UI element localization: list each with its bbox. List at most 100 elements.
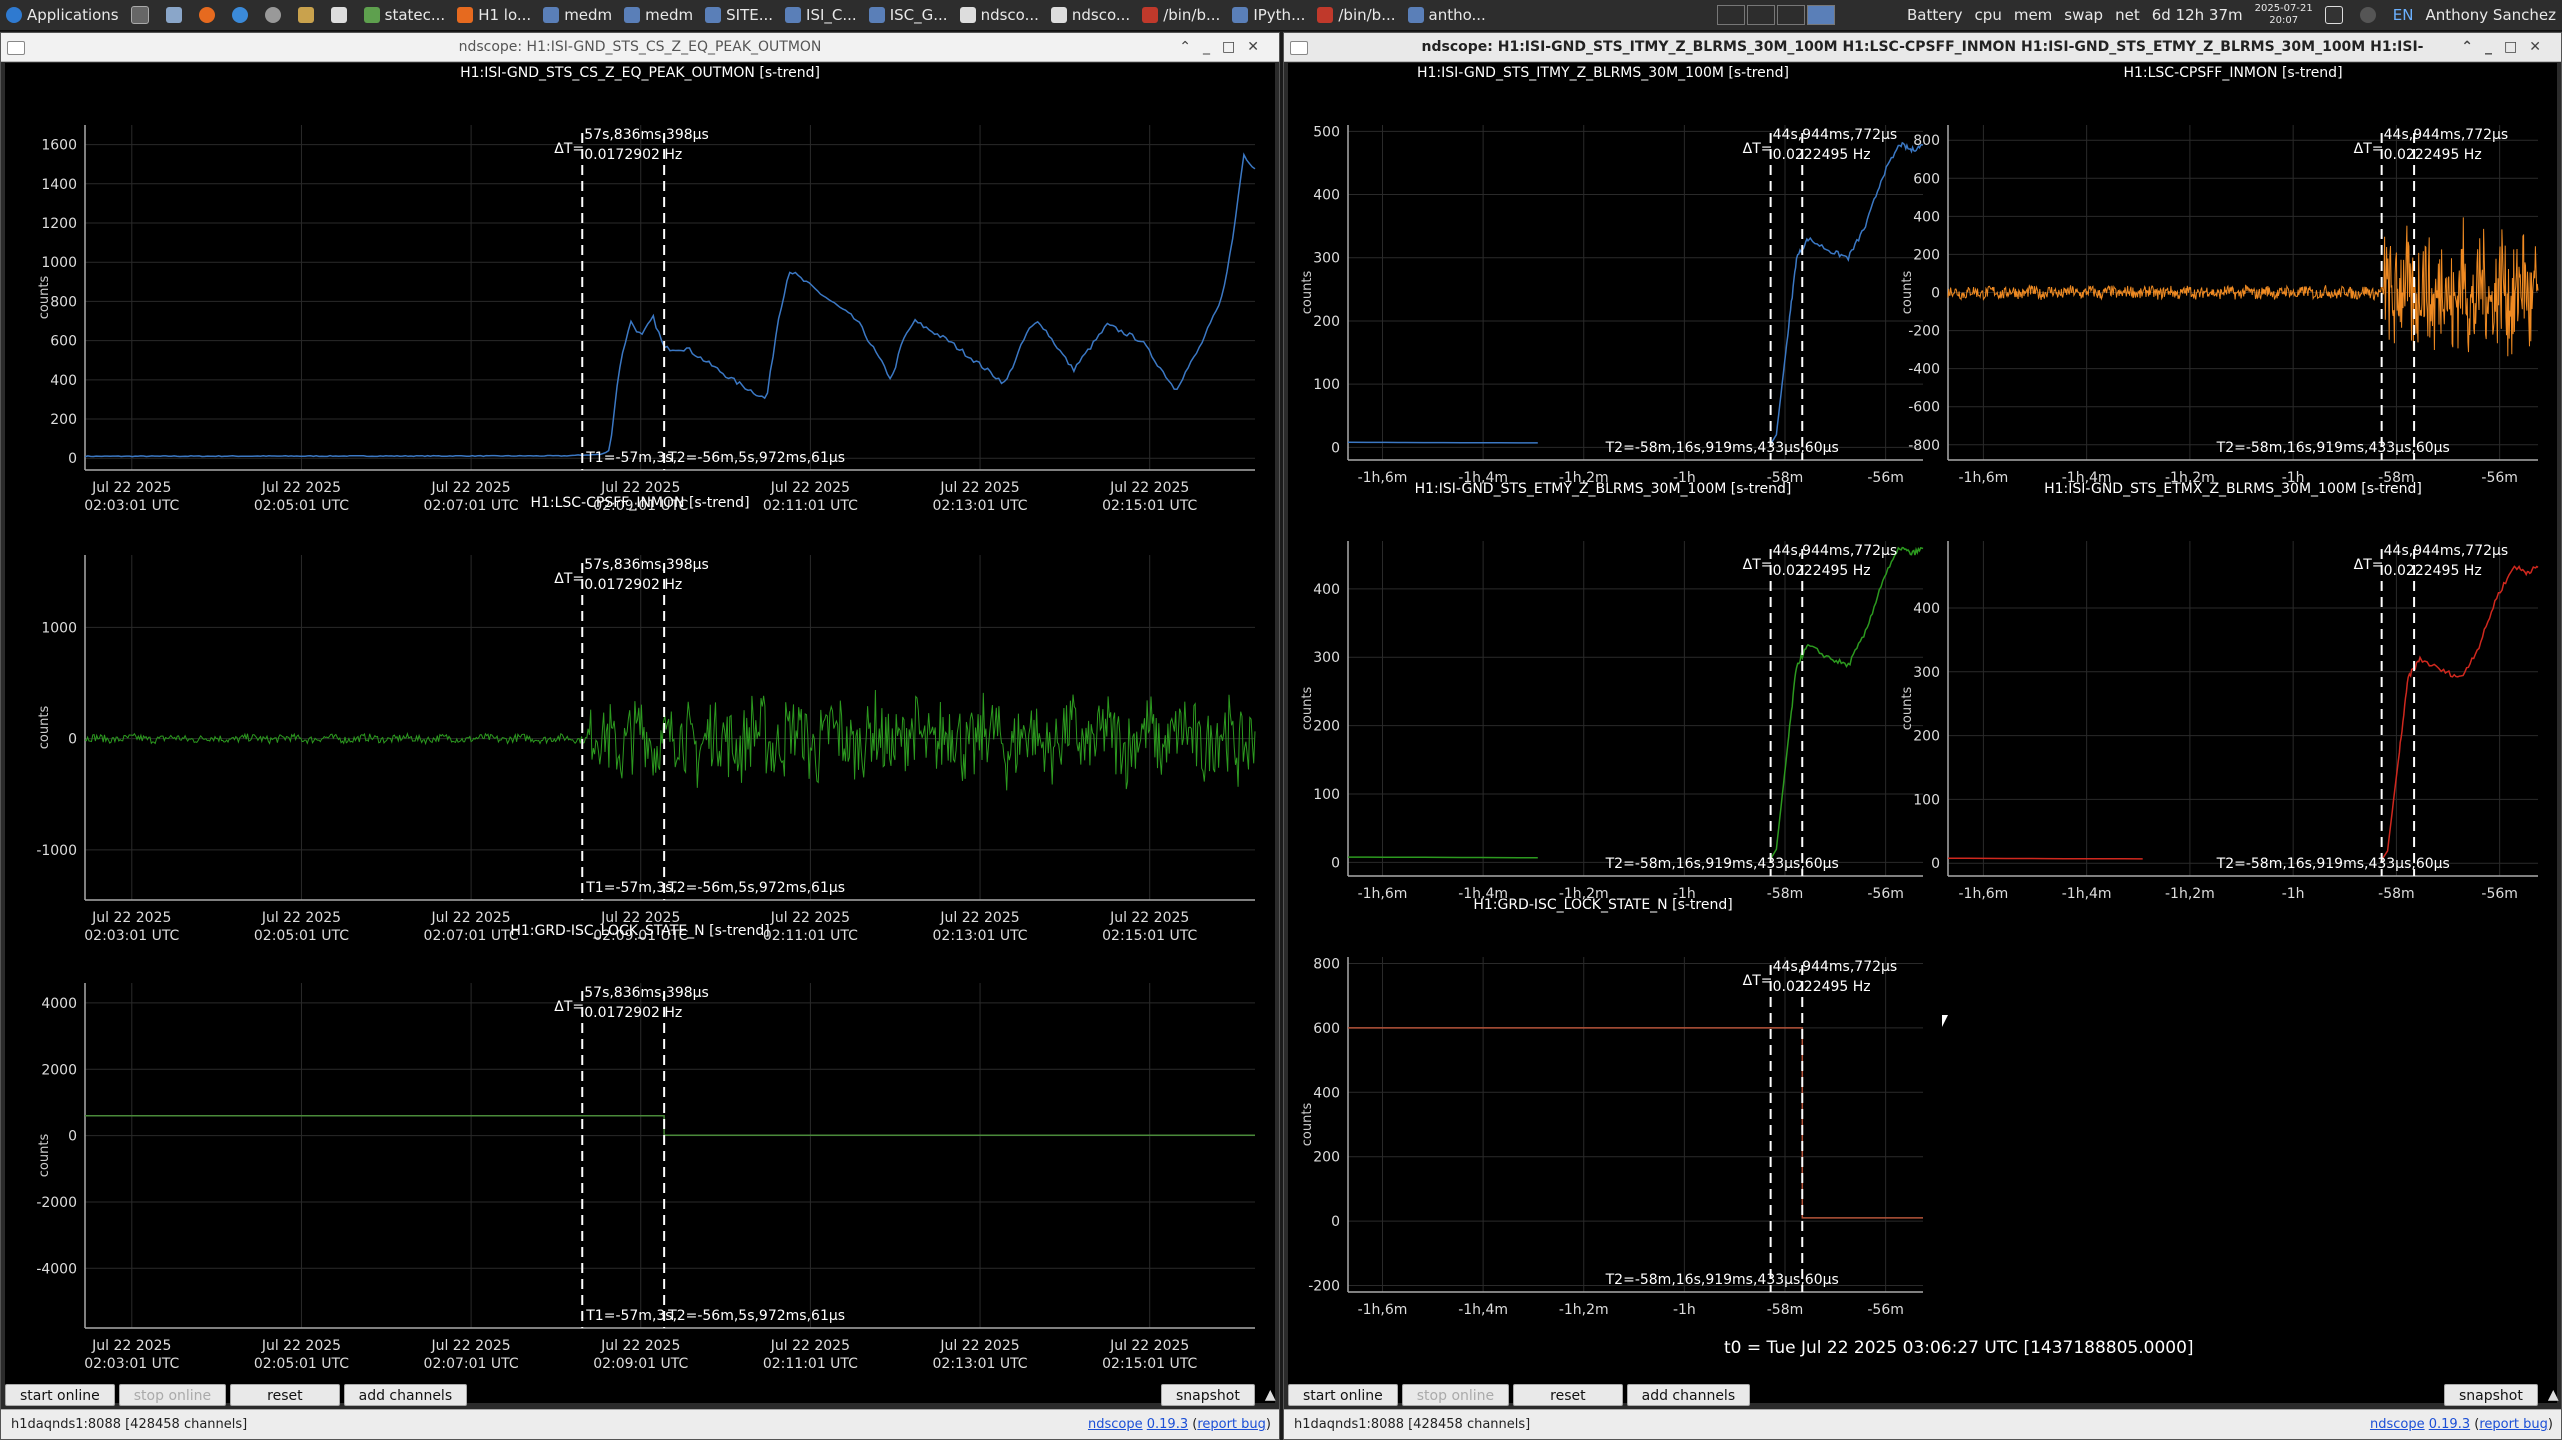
close-button[interactable]: ✕ [2529, 39, 2553, 55]
y-tick-label: 200 [1313, 1150, 1340, 1166]
workspace-2[interactable] [1747, 5, 1776, 25]
version-link[interactable]: 0.19.3 [1147, 1417, 1188, 1432]
x-tick-label: -1h,4m [1458, 1302, 1508, 1318]
system-indicators: Battery cpu mem swap net [1901, 0, 2146, 30]
expand-arrow-icon[interactable]: ▲ [1265, 1387, 1276, 1403]
workspace-3[interactable] [1777, 5, 1806, 25]
delta-t-value: 57s,836ms,398μs [584, 557, 709, 573]
start-online-button[interactable]: start online [5, 1384, 115, 1406]
user-name[interactable]: Anthony Sanchez [2419, 0, 2562, 30]
battery-icon [2324, 6, 2343, 24]
maximize-button[interactable]: □ [1222, 39, 1247, 55]
indicator-net[interactable]: net [2109, 0, 2146, 30]
task-icon [1232, 7, 1249, 23]
reset-button[interactable]: reset [1513, 1384, 1623, 1406]
launcher-tools[interactable] [292, 0, 325, 30]
task-label: /bin/b... [1163, 6, 1221, 24]
maximize-button[interactable]: □ [2504, 39, 2529, 55]
task-button[interactable]: /bin/b... [1136, 0, 1226, 30]
shade-button[interactable]: ⌃ [2461, 39, 2485, 55]
x-tick-label: 02:03:01 UTC [84, 1356, 179, 1372]
indicator-cpu[interactable]: cpu [1969, 0, 2008, 30]
version-link[interactable]: 0.19.3 [2429, 1417, 2470, 1432]
task-button[interactable]: /bin/b... [1311, 0, 1401, 30]
task-button[interactable]: ndsco... [1045, 0, 1136, 30]
y-tick-label: 200 [1913, 247, 1940, 263]
report-bug-link[interactable]: report bug [2479, 1417, 2548, 1432]
y-tick-label: 0 [1931, 856, 1940, 872]
plot-panel[interactable]: H1:ISI-GND_STS_ETMY_Z_BLRMS_30M_100M [s-… [1288, 479, 1924, 902]
plot-panel[interactable]: H1:GRD-ISC_LOCK_STATE_N [s-trend] 800 600 4… [1288, 895, 1923, 1318]
launcher-chrome[interactable] [226, 0, 259, 30]
launcher-files[interactable] [160, 0, 193, 30]
launcher-firefox[interactable] [193, 0, 226, 30]
task-button[interactable]: H1 lo... [451, 0, 537, 30]
workspace-4[interactable] [1807, 5, 1836, 25]
launcher-terminal[interactable] [125, 0, 160, 30]
indicator-mem[interactable]: mem [2008, 0, 2058, 30]
task-icon [363, 7, 380, 23]
ndscope-link[interactable]: ndscope [2370, 1417, 2425, 1432]
snapshot-button[interactable]: snapshot [2444, 1384, 2538, 1406]
launcher-share[interactable] [259, 0, 292, 30]
indicator-battery[interactable]: Battery [1901, 0, 1969, 30]
window-titlebar[interactable]: ndscope: H1:ISI-GND_STS_CS_Z_EQ_PEAK_OUT… [1, 33, 1279, 62]
stop-online-button[interactable]: stop online [1401, 1384, 1510, 1406]
report-bug-link[interactable]: report bug [1197, 1417, 1266, 1432]
stop-online-button[interactable]: stop online [118, 1384, 227, 1406]
window-icon [1290, 41, 1308, 55]
minimize-button[interactable]: _ [2485, 39, 2504, 55]
add-channels-button[interactable]: add channels [343, 1384, 468, 1406]
data-trace [2380, 565, 2539, 861]
x-tick-label: 02:11:01 UTC [763, 1356, 858, 1372]
delta-frequency: 0.0222495 Hz [2383, 563, 2482, 579]
task-button[interactable]: ndsco... [954, 0, 1045, 30]
reset-button[interactable]: reset [230, 1384, 340, 1406]
task-label: ndsco... [1071, 6, 1131, 24]
workspace-1[interactable] [1717, 5, 1746, 25]
task-button[interactable]: statec... [358, 0, 452, 30]
plot-panel[interactable]: H1:GRD-ISC_LOCK_STATE_N [s-trend] 4000 200… [5, 921, 1275, 1372]
status-bar: h1daqnds1:8088 [428458 channels] ndscope… [1284, 1409, 2561, 1439]
task-button[interactable]: ISC_G... [863, 0, 954, 30]
task-button[interactable]: SITE... [699, 0, 779, 30]
task-button[interactable]: IPyth... [1226, 0, 1311, 30]
y-tick-label: 600 [1313, 1021, 1340, 1037]
task-button[interactable]: antho... [1402, 0, 1492, 30]
power-icon[interactable] [2319, 0, 2354, 30]
y-axis-label: counts [1900, 686, 1916, 730]
clock[interactable]: 2025-07-21 20:07 [2249, 0, 2319, 30]
y-tick-label: -200 [1308, 1279, 1340, 1295]
window-titlebar[interactable]: ndscope: H1:ISI-GND_STS_ITMY_Z_BLRMS_30M… [1284, 33, 2561, 83]
delta-frequency: 0.0172902 Hz [584, 1005, 683, 1021]
plot-canvas[interactable]: H1:ISI-GND_STS_CS_Z_EQ_PEAK_OUTMON [s-tr… [5, 63, 1275, 1403]
plot-panel[interactable]: H1:ISI-GND_STS_CS_Z_EQ_PEAK_OUTMON [s-tr… [5, 63, 1275, 514]
applications-menu[interactable]: Applications [0, 0, 125, 30]
language-indicator[interactable]: EN [2387, 0, 2420, 30]
plot-canvas[interactable]: H1:ISI-GND_STS_ITMY_Z_BLRMS_30M_100M [s-… [1288, 63, 2557, 1403]
expand-arrow-icon[interactable]: ▲ [2548, 1387, 2559, 1403]
task-button[interactable]: medm [618, 0, 699, 30]
data-trace [84, 152, 1256, 458]
start-online-button[interactable]: start online [1288, 1384, 1398, 1406]
close-button[interactable]: ✕ [1247, 39, 1271, 55]
network-icon[interactable] [2354, 0, 2387, 30]
task-icon [785, 7, 802, 23]
plot-panel[interactable]: H1:LSC-CPSFF_INMON [s-trend] 800 600 400 200… [1900, 63, 2558, 486]
shade-button[interactable]: ⌃ [1179, 39, 1203, 55]
plot-panel[interactable]: H1:LSC-CPSFF_INMON [s-trend] 1000 0 -1000 Ju… [5, 493, 1275, 944]
snapshot-button[interactable]: snapshot [1161, 1384, 1255, 1406]
ndscope-link[interactable]: ndscope [1088, 1417, 1143, 1432]
plot-panel[interactable]: H1:ISI-GND_STS_ETMX_Z_BLRMS_30M_100M [s-… [1900, 479, 2558, 902]
indicator-swap[interactable]: swap [2058, 0, 2109, 30]
workspace-switcher[interactable] [1711, 0, 1841, 30]
delta-t-value: 44s,944ms,772μs [2383, 543, 2509, 559]
minimize-button[interactable]: _ [1203, 39, 1222, 55]
plot-panel[interactable]: H1:ISI-GND_STS_ITMY_Z_BLRMS_30M_100M [s-… [1288, 63, 1924, 486]
delta-t-value: 57s,836ms,398μs [584, 985, 709, 1001]
add-channels-button[interactable]: add channels [1626, 1384, 1751, 1406]
launcher-editor[interactable] [325, 0, 358, 30]
task-button[interactable]: medm [537, 0, 618, 30]
task-button[interactable]: ISI_C... [779, 0, 863, 30]
version-info: ndscope 0.19.3 (report bug) [2369, 1417, 2553, 1432]
